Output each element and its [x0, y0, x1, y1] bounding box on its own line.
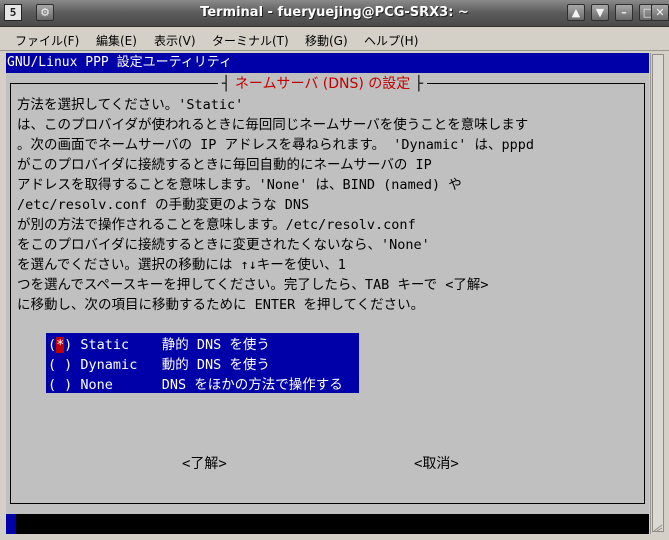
dialog-border-right: [644, 83, 645, 504]
menu-bar: ファイル(F) 編集(E) 表示(V) ターミナル(T) 移動(G) ヘルプ(H…: [0, 27, 669, 51]
scrollbar[interactable]: [650, 53, 666, 534]
dialog-text-line: つを選んでスペースキーを押してください。完了したら、TAB キーで <了解>: [17, 277, 489, 293]
menu-edit[interactable]: 編集(E): [96, 32, 137, 49]
dialog-text-line: /etc/resolv.conf の手動変更のような DNS: [17, 197, 310, 213]
dns-option-list[interactable]: (*) Static 静的 DNS を使う ( ) Dynamic 動的 DNS…: [46, 333, 359, 393]
dialog-text-line: アドレスを取得することを意味します。'None' は、BIND (named) …: [17, 177, 462, 193]
dialog-text-line: をこのプロバイダに接続するときに変更されたくないなら、'None': [17, 237, 430, 253]
radio-mark[interactable]: *: [56, 337, 64, 353]
dns-option-dynamic[interactable]: ( ) Dynamic 動的 DNS を使う: [48, 353, 270, 373]
dialog-border-bottom: [10, 503, 645, 504]
dialog-text-line: に移動し、次の項目に移動するために ENTER を押してください。: [17, 297, 425, 313]
menu-help[interactable]: ヘルプ(H): [364, 32, 418, 49]
resize-grip-icon[interactable]: [653, 524, 663, 532]
dialog-text-line: が別の方法で操作されることを意味します。/etc/resolv.conf: [17, 217, 416, 233]
cancel-button[interactable]: <取消>: [414, 453, 459, 473]
terminal-bottom-line: [6, 514, 649, 534]
minimize-icon[interactable]: –: [615, 4, 633, 21]
radio-mark[interactable]: [56, 377, 64, 393]
close-icon[interactable]: ✕: [651, 4, 669, 21]
dialog-text-line: 。次の画面でネームサーバの IP アドレスを尋ねられます。 'Dynamic' …: [17, 137, 535, 153]
menu-go[interactable]: 移動(G): [305, 32, 348, 49]
menu-terminal[interactable]: ターミナル(T): [212, 32, 289, 49]
menu-view[interactable]: 表示(V): [154, 32, 196, 49]
scroll-down-icon[interactable]: ▼: [591, 4, 609, 21]
terminal-screen[interactable]: GNU/Linux PPP 設定ユーティリティ ┤ ネームサーバ (DNS) の…: [6, 53, 649, 534]
dialog-text-line: を選んでください。選択の移動には ↑↓キーを使い、1: [17, 257, 346, 273]
scroll-up-icon[interactable]: ▲: [567, 4, 585, 21]
backtitle: GNU/Linux PPP 設定ユーティリティ: [6, 53, 649, 73]
dialog-title: ┤ ネームサーバ (DNS) の設定 ├: [218, 73, 428, 93]
radio-mark[interactable]: [56, 357, 64, 373]
window-titlebar[interactable]: 5 ⚙ Terminal - fueryuejing@PCG-SRX3: ~ ▲…: [0, 0, 669, 27]
scrollbar-thumb[interactable]: [652, 54, 664, 532]
dialog-border-left: [10, 83, 11, 504]
dns-option-static[interactable]: (*) Static 静的 DNS を使う: [48, 333, 270, 353]
terminal-cursor: [6, 514, 16, 534]
dns-option-none[interactable]: ( ) None DNS をほかの方法で操作する: [48, 373, 343, 393]
menu-file[interactable]: ファイル(F): [15, 32, 79, 49]
dialog-text-line: は、このプロバイダが使われるときに毎回同じネームサーバを使うことを意味します: [17, 117, 529, 133]
dialog-text-line: がこのプロバイダに接続するときに毎回自動的にネームサーバの IP: [17, 157, 432, 173]
ok-button[interactable]: <了解>: [182, 453, 227, 473]
dialog-text-line: 方法を選択してください。'Static': [17, 97, 244, 113]
